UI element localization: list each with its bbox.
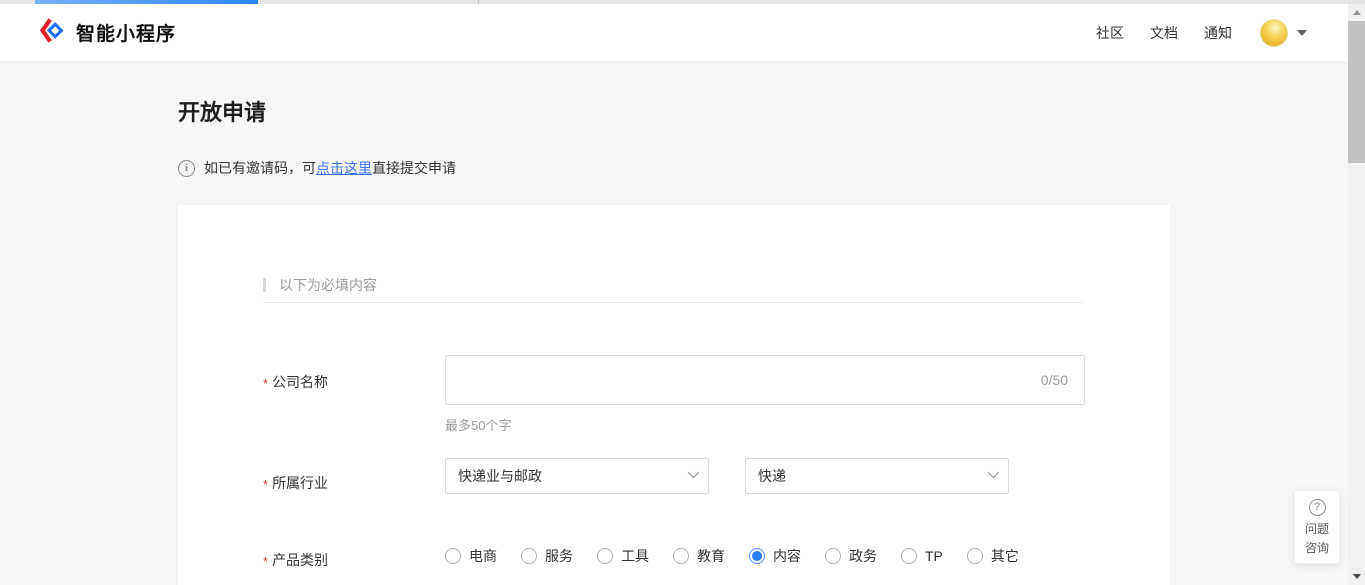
category-label: *产品类别 (263, 550, 328, 570)
question-mark-icon: ? (1309, 499, 1326, 516)
scroll-down-icon (1353, 574, 1361, 579)
category-radio-group: 电商 服务 工具 教育 内容 政务 TP 其它 (445, 546, 1019, 566)
radio-option-电商[interactable]: 电商 (445, 546, 497, 566)
account-menu[interactable] (1260, 19, 1307, 47)
notice-text: 如已有邀请码，可点击这里直接提交申请 (204, 158, 456, 178)
radio-icon[interactable] (597, 548, 613, 564)
chevron-down-icon (688, 467, 699, 478)
radio-icon[interactable] (901, 548, 917, 564)
application-form-card: 以下为必填内容 *公司名称 0/50 最多50个字 *所属行业 快递业与邮政 快… (178, 205, 1170, 585)
user-avatar[interactable] (1260, 19, 1288, 47)
top-header: 智能小程序 社区 文档 通知 (0, 4, 1365, 62)
info-icon: i (178, 160, 195, 177)
required-mark: * (263, 477, 268, 492)
section-title: 以下为必填内容 (279, 275, 377, 295)
company-name-input[interactable] (462, 356, 1041, 404)
radio-option-TP[interactable]: TP (901, 548, 943, 564)
industry-primary-select[interactable]: 快递业与邮政 (445, 458, 709, 494)
nav-item-社区[interactable]: 社区 (1096, 23, 1124, 43)
radio-label: 工具 (621, 546, 649, 566)
radio-label: 其它 (991, 546, 1019, 566)
radio-label: 政务 (849, 546, 877, 566)
chevron-down-icon (988, 467, 999, 478)
help-consult-button[interactable]: ? 问题 咨询 (1294, 490, 1340, 564)
notice-suffix: 直接提交申请 (372, 160, 456, 176)
invite-code-link[interactable]: 点击这里 (316, 160, 372, 176)
nav-item-文档[interactable]: 文档 (1150, 23, 1178, 43)
nav-item-通知[interactable]: 通知 (1204, 23, 1232, 43)
industry-label: *所属行业 (263, 473, 328, 493)
section-divider (263, 302, 1083, 303)
radio-icon[interactable] (521, 548, 537, 564)
radio-icon[interactable] (749, 548, 765, 564)
help-line-1: 问题 (1305, 522, 1329, 537)
radio-option-其它[interactable]: 其它 (967, 546, 1019, 566)
radio-option-服务[interactable]: 服务 (521, 546, 573, 566)
char-counter: 0/50 (1041, 372, 1068, 388)
industry-secondary-value: 快递 (758, 466, 988, 486)
radio-label: 内容 (773, 546, 801, 566)
company-name-helper: 最多50个字 (445, 415, 511, 434)
radio-option-教育[interactable]: 教育 (673, 546, 725, 566)
radio-icon[interactable] (967, 548, 983, 564)
industry-primary-value: 快递业与邮政 (458, 466, 688, 486)
logo-text: 智能小程序 (76, 19, 176, 46)
radio-option-政务[interactable]: 政务 (825, 546, 877, 566)
logo-icon (40, 17, 67, 49)
scroll-down-button[interactable] (1348, 568, 1365, 585)
radio-icon[interactable] (445, 548, 461, 564)
radio-icon[interactable] (825, 548, 841, 564)
radio-label: 服务 (545, 546, 573, 566)
notice-prefix: 如已有邀请码，可 (204, 160, 316, 176)
required-mark: * (263, 376, 268, 391)
radio-label: TP (925, 548, 943, 564)
scrollbar-thumb[interactable] (1348, 21, 1365, 163)
radio-label: 电商 (469, 546, 497, 566)
header-nav: 社区 文档 通知 (1096, 23, 1232, 43)
page-title: 开放申请 (178, 95, 266, 127)
help-line-2: 咨询 (1305, 541, 1329, 556)
section-bar (263, 278, 266, 292)
company-name-field: 0/50 (445, 355, 1085, 405)
radio-label: 教育 (697, 546, 725, 566)
app-logo[interactable]: 智能小程序 (40, 17, 176, 49)
vertical-scrollbar (1348, 4, 1365, 585)
industry-secondary-select[interactable]: 快递 (745, 458, 1009, 494)
required-mark: * (263, 554, 268, 569)
required-section-header: 以下为必填内容 (263, 275, 377, 295)
caret-down-icon[interactable] (1297, 30, 1307, 36)
scroll-up-icon (1353, 10, 1361, 15)
radio-option-内容[interactable]: 内容 (749, 546, 801, 566)
radio-option-工具[interactable]: 工具 (597, 546, 649, 566)
scroll-up-button[interactable] (1348, 4, 1365, 21)
company-name-label: *公司名称 (263, 372, 328, 392)
radio-icon[interactable] (673, 548, 689, 564)
invite-code-notice: i 如已有邀请码，可点击这里直接提交申请 (178, 158, 456, 178)
